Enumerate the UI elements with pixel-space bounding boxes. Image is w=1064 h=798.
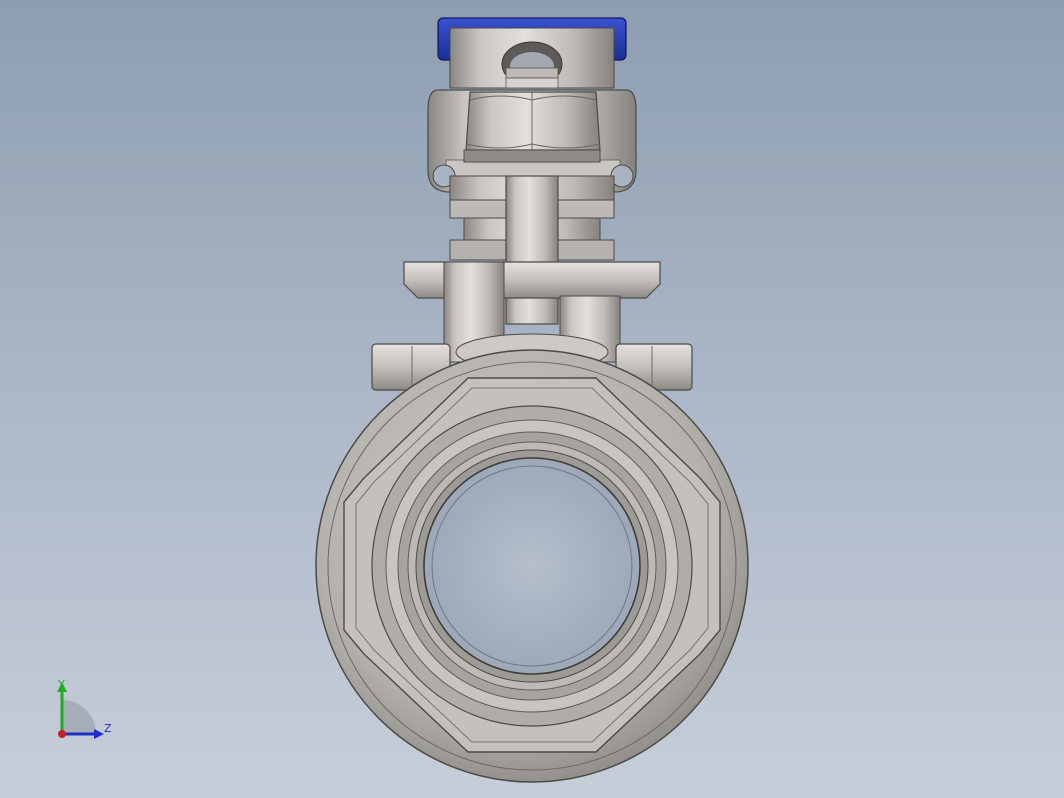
bore-opening <box>423 457 641 675</box>
y-axis-label: Y <box>58 678 65 691</box>
handle-plate <box>501 41 563 89</box>
hex-stem-nut <box>463 91 601 163</box>
ball-valve-model[interactable] <box>0 0 1064 798</box>
x-axis-marker <box>58 730 66 738</box>
stop-plate <box>403 261 661 299</box>
z-axis-label: Z <box>104 722 112 735</box>
reference-triad: Y Z <box>44 676 124 748</box>
graphics-viewport[interactable]: Y Z <box>0 0 1064 798</box>
